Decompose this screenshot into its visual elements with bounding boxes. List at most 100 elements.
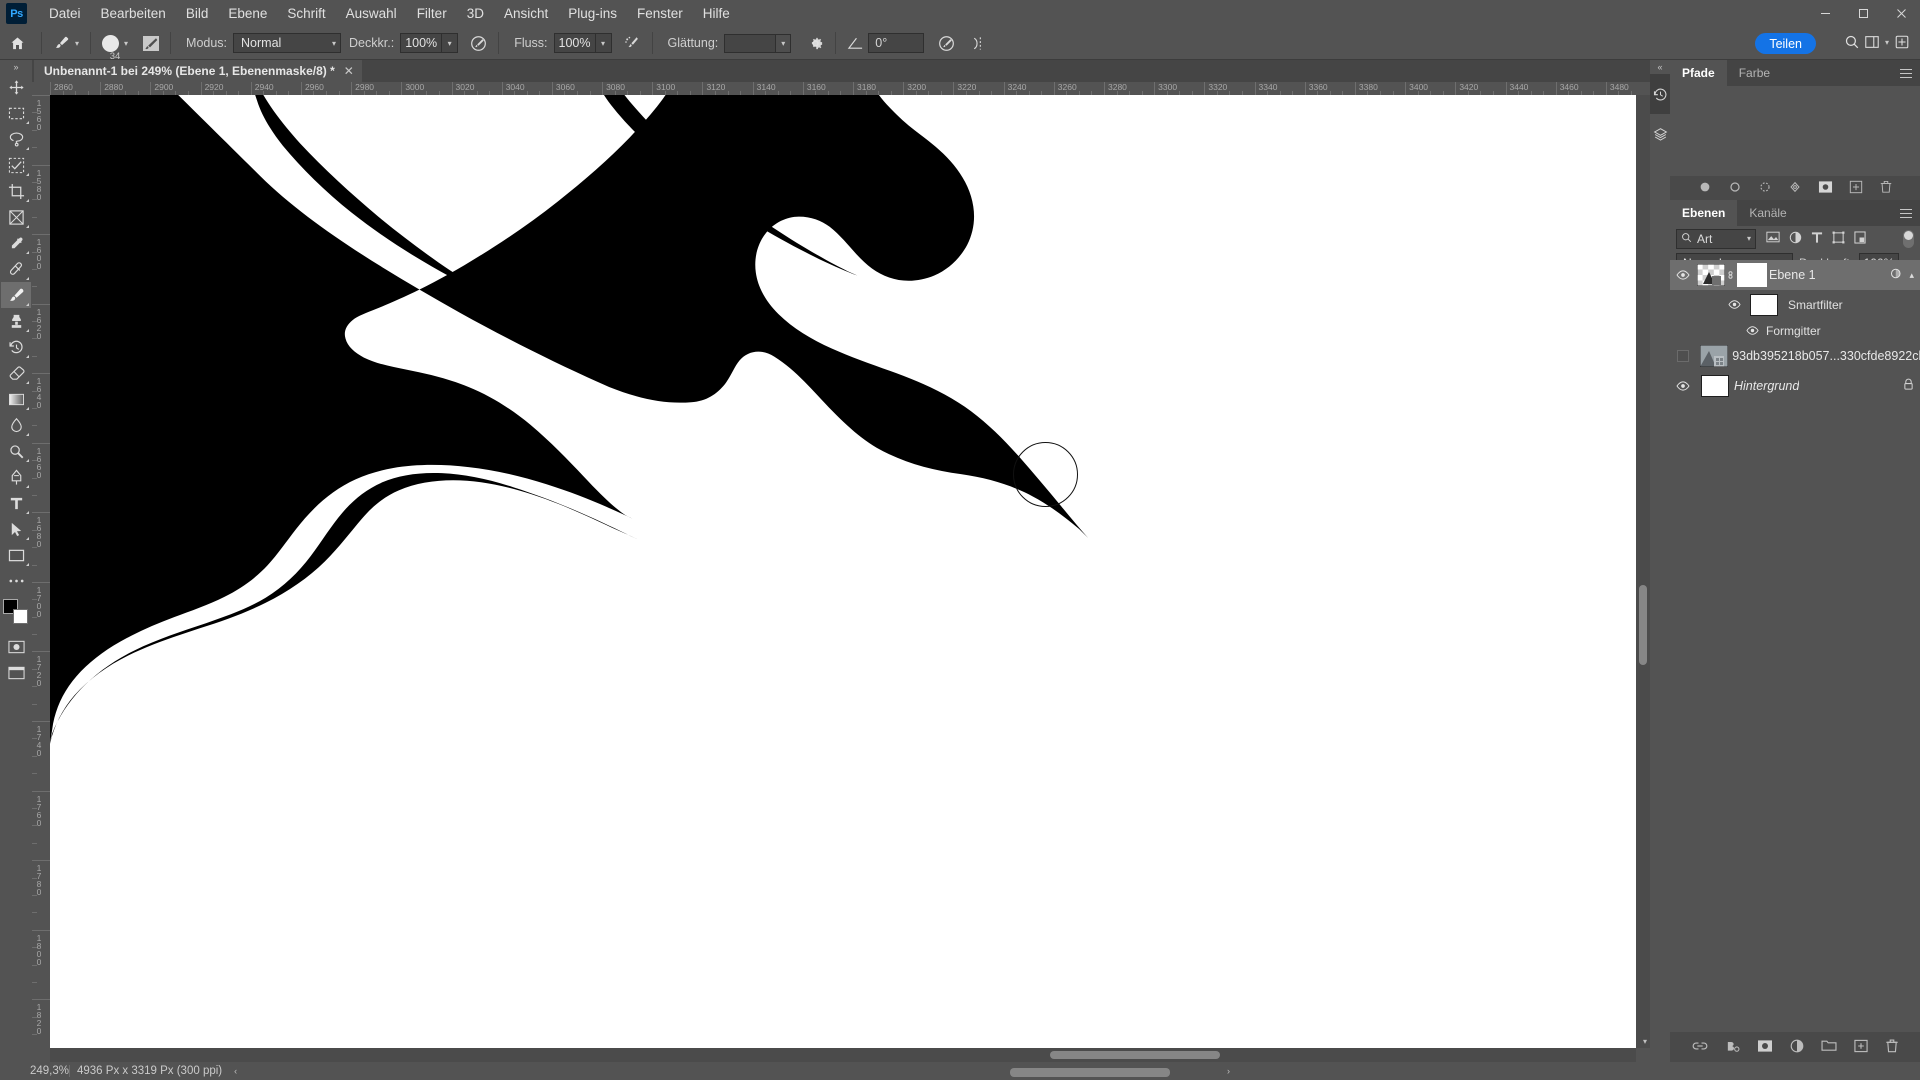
tab-ebenen[interactable]: Ebenen <box>1670 200 1738 226</box>
status-right-arrow-icon[interactable]: › <box>1227 1066 1230 1076</box>
layer-visibility-toggle[interactable] <box>1670 270 1696 280</box>
layer-thumbnail[interactable] <box>1696 375 1734 397</box>
table-row[interactable]: Hintergrund <box>1670 371 1920 401</box>
smart-filter-icon[interactable] <box>1890 267 1903 283</box>
menu-filter[interactable]: Filter <box>407 2 457 25</box>
list-item[interactable]: Smartfilter <box>1670 290 1920 320</box>
tool-spot-healing[interactable] <box>1 256 31 282</box>
chevron-down-icon[interactable]: ▾ <box>75 39 79 48</box>
flow-input[interactable]: 100% <box>553 33 596 53</box>
opacity-slider-toggle[interactable]: ▾ <box>442 33 459 53</box>
horizontal-scrollbar[interactable] <box>50 1048 1636 1062</box>
document-tab[interactable]: Unbenannt-1 bei 249% (Ebene 1, Ebenenmas… <box>34 60 362 82</box>
paths-panel-menu-icon[interactable] <box>1896 60 1916 86</box>
vertical-scrollbar[interactable]: ▾ <box>1636 95 1650 1048</box>
menu-schrift[interactable]: Schrift <box>277 2 335 25</box>
new-group-icon[interactable] <box>1820 1039 1837 1055</box>
fill-path-icon[interactable] <box>1698 180 1712 197</box>
new-path-icon[interactable] <box>1849 180 1863 197</box>
vertical-scrollbar-thumb[interactable] <box>1639 585 1647 665</box>
tool-rectangle[interactable] <box>1 542 31 568</box>
menu-auswahl[interactable]: Auswahl <box>336 2 407 25</box>
tool-gradient[interactable] <box>1 386 31 412</box>
zoom-level[interactable]: 249,3% <box>0 1065 69 1077</box>
tab-farbe[interactable]: Farbe <box>1727 60 1782 86</box>
opacity-input[interactable]: 100% <box>400 33 443 53</box>
pressure-size-icon[interactable] <box>934 31 959 55</box>
tool-brush[interactable] <box>1 282 31 308</box>
delete-path-icon[interactable] <box>1879 179 1893 197</box>
new-adjustment-icon[interactable] <box>1790 1039 1804 1056</box>
pressure-opacity-icon[interactable] <box>466 31 491 55</box>
tool-more[interactable] <box>1 568 31 594</box>
layer-thumbnail[interactable] <box>1695 345 1732 367</box>
make-work-path-icon[interactable] <box>1788 180 1802 197</box>
home-icon[interactable] <box>0 28 34 58</box>
menu-hilfe[interactable]: Hilfe <box>693 2 740 25</box>
brush-settings-panel-icon[interactable] <box>138 31 163 55</box>
smartfilter-mask-thumbnail[interactable] <box>1750 294 1778 316</box>
layer-filter-kind-select[interactable]: Art ▾ <box>1676 228 1756 249</box>
link-layers-icon[interactable] <box>1692 1040 1708 1055</box>
tab-kanaele[interactable]: Kanäle <box>1737 200 1798 226</box>
close-icon[interactable]: ✕ <box>344 64 354 78</box>
formgitter-visibility-toggle[interactable] <box>1746 324 1759 338</box>
type-layer-filter-icon[interactable] <box>1811 231 1823 247</box>
table-row[interactable]: 93db395218b057...330cfde8922cb <box>1670 341 1920 371</box>
layer-name[interactable]: 93db395218b057...330cfde8922cb <box>1732 349 1920 363</box>
shape-layer-filter-icon[interactable] <box>1832 231 1845 247</box>
tool-quick-selection[interactable] <box>1 152 31 178</box>
symmetry-icon[interactable] <box>965 31 990 55</box>
background-color-swatch[interactable] <box>13 609 28 624</box>
layer-visibility-toggle[interactable] <box>1670 350 1695 362</box>
tool-eraser[interactable] <box>1 360 31 386</box>
brush-tool-preset-picker[interactable]: ▾ <box>49 35 83 52</box>
smoothing-input[interactable] <box>724 33 777 53</box>
add-mask-icon[interactable] <box>1757 1039 1773 1056</box>
tool-move[interactable] <box>1 74 31 100</box>
share-button[interactable]: Teilen <box>1755 33 1816 54</box>
pixel-layer-filter-icon[interactable] <box>1766 231 1780 246</box>
arrange-icon[interactable] <box>1889 30 1914 54</box>
menu-ansicht[interactable]: Ansicht <box>494 2 558 25</box>
maximize-button[interactable] <box>1844 0 1882 27</box>
layer-name[interactable]: Ebene 1 <box>1769 268 1816 282</box>
smartfilter-visibility-toggle[interactable] <box>1728 298 1741 312</box>
vertical-ruler[interactable]: 1560 1580 1600 1620 1640 1660 1680 1700 1720 1740… <box>32 95 50 1048</box>
history-panel-icon[interactable] <box>1650 74 1670 114</box>
menu-3d[interactable]: 3D <box>457 2 494 25</box>
workspace-icon[interactable]: ▾ <box>1864 30 1889 54</box>
tool-dodge[interactable] <box>1 438 31 464</box>
tool-eyedropper[interactable] <box>1 230 31 256</box>
delete-layer-icon[interactable] <box>1885 1038 1899 1056</box>
lock-icon[interactable] <box>1903 378 1914 394</box>
tool-clone-stamp[interactable] <box>1 308 31 334</box>
paths-panel-body[interactable] <box>1670 86 1920 176</box>
tool-marquee[interactable] <box>1 100 31 126</box>
menu-fenster[interactable]: Fenster <box>627 2 693 25</box>
chevron-down-icon[interactable]: ▾ <box>124 39 128 48</box>
tool-frame[interactable] <box>1 204 31 230</box>
smart-object-filter-icon[interactable] <box>1854 230 1866 247</box>
gear-icon[interactable] <box>803 31 828 55</box>
add-mask-icon[interactable] <box>1818 180 1833 197</box>
tool-crop[interactable] <box>1 178 31 204</box>
layers-panel-icon[interactable] <box>1650 114 1670 154</box>
menu-datei[interactable]: Datei <box>39 2 91 25</box>
color-swatches[interactable] <box>1 598 31 628</box>
horizontal-ruler[interactable]: 2860 2880 2900 2920 2940 2960 2980 3000 3020 3040… <box>50 82 1636 95</box>
adjustment-layer-filter-icon[interactable] <box>1789 231 1802 247</box>
blend-mode-select[interactable]: Normal ▾ <box>233 33 342 53</box>
layer-thumbnail[interactable] <box>1696 264 1726 286</box>
brush-angle-input[interactable]: 0° <box>868 33 925 53</box>
menu-bild[interactable]: Bild <box>176 2 219 25</box>
minimize-button[interactable] <box>1806 0 1844 27</box>
chevron-up-icon[interactable]: ▴ <box>1909 270 1914 281</box>
filter-enable-toggle[interactable] <box>1903 229 1914 248</box>
layer-name[interactable]: Hintergrund <box>1734 379 1799 393</box>
layer-mask-thumbnail[interactable] <box>1735 263 1769 287</box>
layer-list[interactable]: Ebene 1 ▴ Smartfilter Formgitter 93db395… <box>1670 260 1920 1032</box>
menu-plugins[interactable]: Plug-ins <box>558 2 627 25</box>
flow-slider-toggle[interactable]: ▾ <box>595 33 612 53</box>
horizontal-scrollbar-thumb[interactable] <box>1050 1051 1220 1059</box>
